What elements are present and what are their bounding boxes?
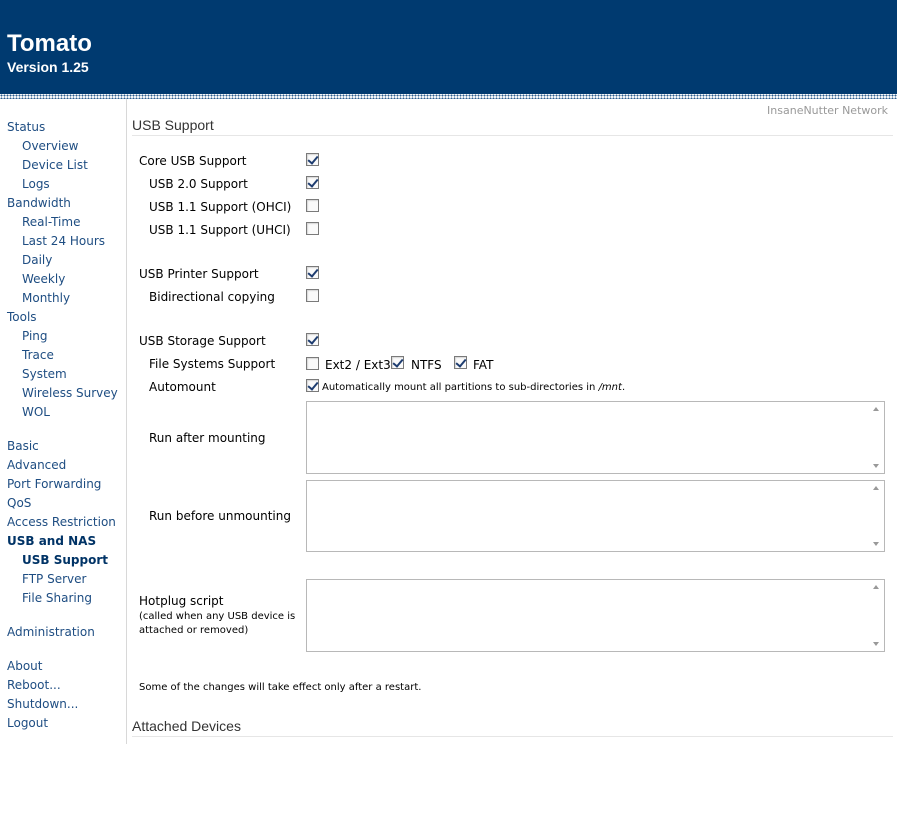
run-before-unmounting-textarea[interactable] [306, 480, 885, 552]
automount-path: /mnt [598, 382, 622, 393]
scroll-down-icon[interactable] [873, 542, 879, 546]
run-before-unmounting-label: Run before unmounting [149, 509, 291, 523]
nav-real-time[interactable]: Real-Time [22, 213, 80, 232]
hotplug-note: (called when any USB device is attached … [139, 611, 296, 636]
printer-label: USB Printer Support [139, 267, 259, 281]
scroll-down-icon[interactable] [873, 464, 879, 468]
nav-ftp-server[interactable]: FTP Server [22, 570, 86, 589]
automount-description: Automatically mount all partitions to su… [322, 382, 626, 393]
nav-daily[interactable]: Daily [22, 251, 52, 270]
nav-administration[interactable]: Administration [7, 623, 95, 642]
nav-overview[interactable]: Overview [22, 137, 79, 156]
printer-checkbox[interactable] [306, 266, 319, 279]
usb20-label: USB 2.0 Support [149, 177, 248, 191]
fat-checkbox[interactable] [454, 356, 467, 369]
nav-ping[interactable]: Ping [22, 327, 48, 346]
bidir-checkbox[interactable] [306, 289, 319, 302]
run-after-mounting-textarea[interactable] [306, 401, 885, 474]
nav-file-sharing[interactable]: File Sharing [22, 589, 92, 608]
fat-label: FAT [473, 358, 494, 372]
nav-wireless-survey[interactable]: Wireless Survey [22, 384, 118, 403]
scroll-up-icon[interactable] [873, 407, 879, 411]
automount-checkbox[interactable] [306, 379, 319, 392]
run-after-mounting-label: Run after mounting [149, 431, 266, 445]
scroll-up-icon[interactable] [873, 486, 879, 490]
nav-system[interactable]: System [22, 365, 67, 384]
nav-basic[interactable]: Basic [7, 437, 39, 456]
nav-usb-and-nas[interactable]: USB and NAS [7, 532, 96, 551]
ext-label: Ext2 / Ext3 [325, 358, 391, 372]
scroll-down-icon[interactable] [873, 642, 879, 646]
nav-shutdown[interactable]: Shutdown... [7, 695, 78, 714]
nav-logout[interactable]: Logout [7, 714, 48, 733]
usb20-checkbox[interactable] [306, 176, 319, 189]
app-title: Tomato [7, 30, 92, 57]
hotplug-label: Hotplug script [139, 594, 224, 608]
storage-label: USB Storage Support [139, 334, 266, 348]
hotplug-textarea[interactable] [306, 579, 885, 652]
nav-wol[interactable]: WOL [22, 403, 50, 422]
nav-access-restriction[interactable]: Access Restriction [7, 513, 116, 532]
uhci-label: USB 1.1 Support (UHCI) [149, 223, 291, 237]
ntfs-checkbox[interactable] [391, 356, 404, 369]
nav-advanced[interactable]: Advanced [7, 456, 66, 475]
header-banner: Tomato Version 1.25 [0, 0, 897, 94]
nav-bandwidth[interactable]: Bandwidth [7, 194, 71, 213]
header-divider [0, 94, 897, 99]
ohci-checkbox[interactable] [306, 199, 319, 212]
uhci-checkbox[interactable] [306, 222, 319, 235]
automount-label: Automount [149, 380, 216, 394]
run-after-scrollbar[interactable] [869, 402, 884, 473]
app-version: Version 1.25 [7, 59, 89, 75]
restart-note: Some of the changes will take effect onl… [139, 682, 422, 693]
scroll-up-icon[interactable] [873, 585, 879, 589]
nav-tools[interactable]: Tools [7, 308, 37, 327]
nav-reboot[interactable]: Reboot... [7, 676, 61, 695]
hotplug-scrollbar[interactable] [869, 580, 884, 651]
core-usb-label: Core USB Support [139, 154, 247, 168]
nav-device-list[interactable]: Device List [22, 156, 88, 175]
nav-last-24-hours[interactable]: Last 24 Hours [22, 232, 105, 251]
ext-checkbox[interactable] [306, 357, 319, 370]
nav-weekly[interactable]: Weekly [22, 270, 65, 289]
bidir-label: Bidirectional copying [149, 290, 275, 304]
fs-support-label: File Systems Support [149, 357, 276, 371]
section-title-usb-support: USB Support [132, 116, 893, 136]
nav-usb-support[interactable]: USB Support [22, 551, 108, 570]
run-before-scrollbar[interactable] [869, 481, 884, 551]
nav-about[interactable]: About [7, 657, 42, 676]
nav-monthly[interactable]: Monthly [22, 289, 70, 308]
nav-trace[interactable]: Trace [22, 346, 54, 365]
ohci-label: USB 1.1 Support (OHCI) [149, 200, 292, 214]
sidebar-nav: Status Overview Device List Logs Bandwid… [0, 99, 127, 744]
section-title-attached-devices: Attached Devices [132, 717, 893, 737]
nav-port-forwarding[interactable]: Port Forwarding [7, 475, 101, 494]
nav-qos[interactable]: QoS [7, 494, 31, 513]
nav-logs[interactable]: Logs [22, 175, 50, 194]
ntfs-label: NTFS [411, 358, 442, 372]
nav-status[interactable]: Status [7, 118, 45, 137]
storage-checkbox[interactable] [306, 333, 319, 346]
core-usb-checkbox[interactable] [306, 153, 319, 166]
